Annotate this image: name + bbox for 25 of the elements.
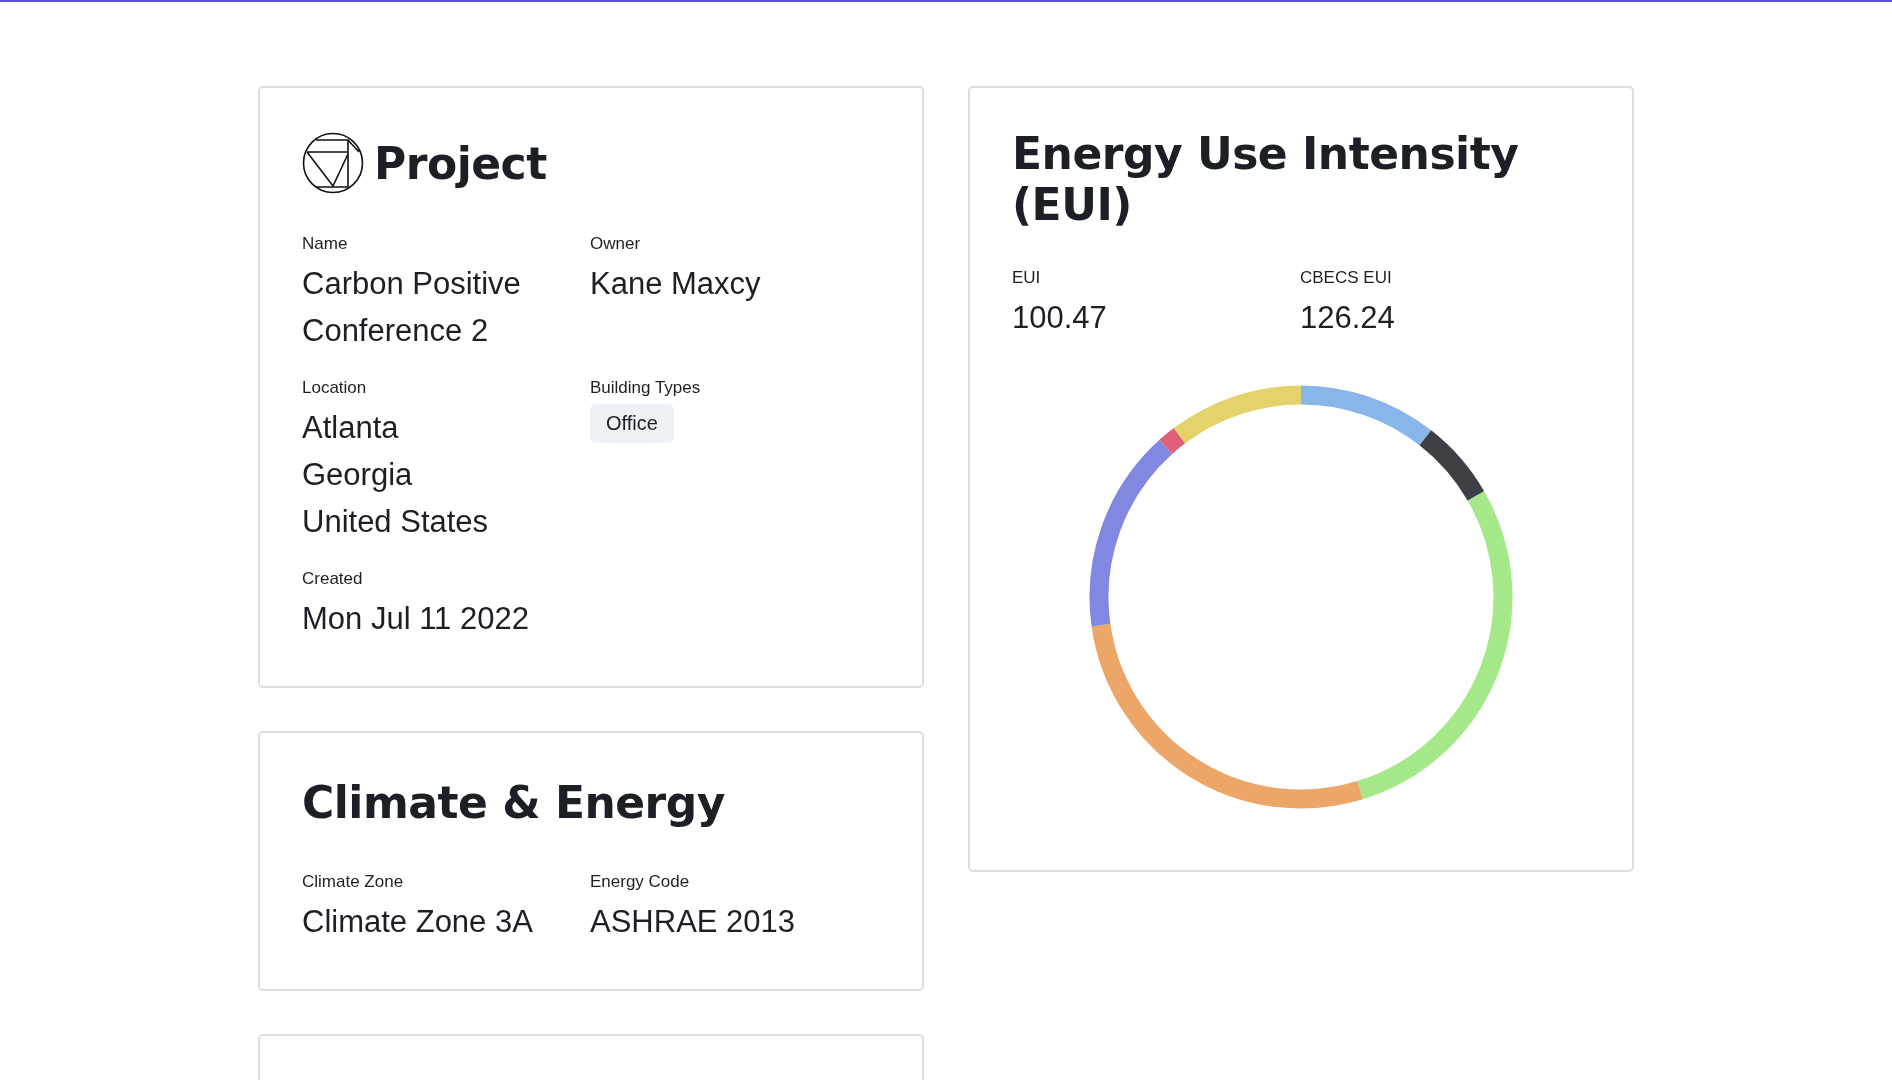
field-value: Climate Zone 3A — [302, 903, 534, 941]
field-value: ASHRAE 2013 — [590, 903, 797, 941]
field-label: Created — [302, 569, 364, 589]
field-label: Energy Code — [590, 872, 691, 892]
metric-value: 126.24 — [1300, 299, 1396, 337]
field-value: United States — [302, 503, 490, 541]
card-title: Climate & Energy — [302, 777, 726, 828]
field-value: Mon Jul 11 2022 — [302, 600, 530, 638]
field-value: Kane Maxcy — [590, 265, 762, 303]
field-label: Building Types — [590, 378, 702, 398]
field-label: Name — [302, 234, 349, 254]
field-label: Owner — [590, 234, 642, 254]
tag: Office — [590, 404, 674, 443]
field-value: Atlanta — [302, 409, 400, 447]
metric-label: CBECS EUI — [1300, 268, 1393, 288]
metric-value: 100.47 — [1012, 299, 1108, 337]
logo-icon — [302, 132, 364, 194]
field-label: Location — [302, 378, 368, 398]
field-label: Climate Zone — [302, 872, 405, 892]
metric-label: EUI — [1012, 268, 1042, 288]
field-value: Georgia — [302, 456, 414, 494]
field-value: Conference 2 — [302, 312, 490, 350]
field-value: Carbon Positive — [302, 265, 522, 303]
card-title: Project — [374, 137, 547, 189]
card-title: Energy Use Intensity (EUI) — [1012, 128, 1520, 230]
